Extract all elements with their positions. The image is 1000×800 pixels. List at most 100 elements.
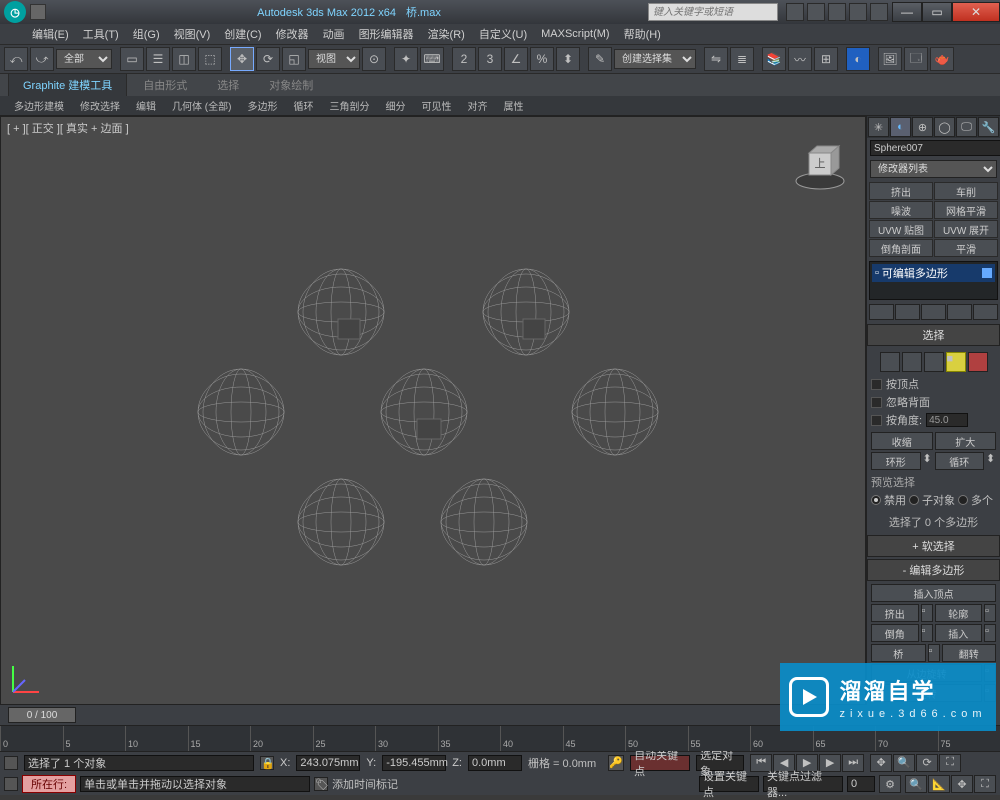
bridge-settings-icon[interactable]: ▫: [928, 644, 940, 662]
angle-snap-button[interactable]: ∠: [504, 47, 528, 71]
max2-icon[interactable]: ⛶: [974, 775, 996, 793]
menu-grapheditors[interactable]: 图形编辑器: [353, 24, 420, 44]
render-setup-button[interactable]: 🖼: [878, 47, 902, 71]
mod-meshsmooth-button[interactable]: 网格平滑: [934, 201, 998, 219]
select-name-button[interactable]: ☰: [146, 47, 170, 71]
ribbon-sub-item[interactable]: 多边形建模: [8, 97, 70, 114]
menu-help[interactable]: 帮助(H): [618, 24, 667, 44]
ribbon-sub-item[interactable]: 多边形: [241, 97, 283, 114]
loop-button[interactable]: 循环: [935, 452, 985, 470]
sphere-object[interactable]: [439, 477, 529, 567]
create-tab-icon[interactable]: ✳: [868, 117, 889, 137]
layers-button[interactable]: 📚: [762, 47, 786, 71]
rollout-softselection[interactable]: + 软选择: [867, 535, 1000, 557]
ribbon-sub-item[interactable]: 属性: [497, 97, 529, 114]
viewcube[interactable]: 上: [793, 139, 847, 193]
render-button[interactable]: 🫖: [930, 47, 954, 71]
refcoord-dropdown[interactable]: 视图: [308, 49, 360, 69]
orbit-icon[interactable]: ⟳: [916, 754, 938, 772]
schematic-button[interactable]: ⊞: [814, 47, 838, 71]
ribbon-tab-freeform[interactable]: 自由形式: [129, 74, 201, 96]
inset-settings-icon[interactable]: ▫: [984, 624, 996, 642]
selection-lock-button[interactable]: ✎: [588, 47, 612, 71]
isolate-icon[interactable]: 🔑: [608, 755, 624, 771]
edge-subobj-icon[interactable]: [902, 352, 922, 372]
curve-editor-button[interactable]: 〰: [788, 47, 812, 71]
mod-smooth-button[interactable]: 平滑: [934, 239, 998, 257]
exchange-icon[interactable]: [849, 3, 867, 21]
time-slider[interactable]: 0 / 100: [8, 707, 76, 723]
selection-filter-dropdown[interactable]: 全部: [56, 49, 112, 69]
redo-button[interactable]: ⤻: [30, 47, 54, 71]
pivot-button[interactable]: ⊙: [362, 47, 386, 71]
extrude-button[interactable]: 挤出: [871, 604, 919, 622]
ribbon-sub-item[interactable]: 可见性: [415, 97, 457, 114]
inset-button[interactable]: 插入: [935, 624, 983, 642]
mirror-button[interactable]: ⇋: [704, 47, 728, 71]
mod-bevelprofile-button[interactable]: 倒角剖面: [869, 239, 933, 257]
app-logo-icon[interactable]: ◷: [4, 1, 26, 23]
menu-maxscript[interactable]: MAXScript(M): [535, 26, 615, 42]
rollout-editpoly[interactable]: - 编辑多边形: [867, 559, 1000, 581]
outline-button[interactable]: 轮廓: [935, 604, 983, 622]
grow-button[interactable]: 扩大: [935, 432, 997, 450]
maxtoggle-icon[interactable]: ⛶: [939, 754, 961, 772]
pan2-icon[interactable]: ✥: [951, 775, 973, 793]
ribbon-tab-objectpaint[interactable]: 对象绘制: [255, 74, 327, 96]
help-search-input[interactable]: [648, 3, 778, 21]
bridge-button[interactable]: 桥: [871, 644, 926, 662]
by-angle-checkbox[interactable]: [871, 415, 882, 426]
scale-button[interactable]: ◱: [282, 47, 306, 71]
fov-icon[interactable]: 📐: [928, 775, 950, 793]
rollout-selection[interactable]: 选择: [867, 324, 1000, 346]
move-button[interactable]: ✥: [230, 47, 254, 71]
modify-tab-icon[interactable]: ◐: [890, 117, 911, 137]
ribbon-tab-graphite[interactable]: Graphite 建模工具: [8, 73, 127, 96]
bevel-settings-icon[interactable]: ▫: [921, 624, 933, 642]
ribbon-sub-item[interactable]: 几何体 (全部): [166, 97, 237, 114]
utilities-tab-icon[interactable]: 🔧: [978, 117, 999, 137]
align-button[interactable]: ≣: [730, 47, 754, 71]
remove-mod-icon[interactable]: [947, 304, 972, 320]
element-subobj-icon[interactable]: [968, 352, 988, 372]
loop-spinner[interactable]: ⬍: [986, 452, 996, 470]
sphere-object[interactable]: [296, 267, 386, 357]
viewport[interactable]: [ + ][ 正交 ][ 真实 + 边面 ] 上: [0, 116, 866, 705]
display-tab-icon[interactable]: 🖵: [956, 117, 977, 137]
ring-button[interactable]: 环形: [871, 452, 921, 470]
angle-spinner[interactable]: [926, 413, 968, 427]
star-icon[interactable]: [807, 3, 825, 21]
select-region-button[interactable]: ◫: [172, 47, 196, 71]
setkey-button[interactable]: 设置关键点: [699, 776, 759, 792]
preview-subobj-radio[interactable]: [909, 495, 919, 505]
ribbon-sub-item[interactable]: 三角剖分: [323, 97, 375, 114]
time-tag-icon[interactable]: 🏷: [314, 777, 328, 791]
menu-edit[interactable]: 编辑(E): [26, 24, 75, 44]
x-coord-input[interactable]: 243.075mm: [296, 755, 360, 771]
sphere-object[interactable]: [196, 367, 286, 457]
menu-rendering[interactable]: 渲染(R): [422, 24, 471, 44]
zoom-ext-icon[interactable]: 🔍: [905, 775, 927, 793]
select-button[interactable]: ▭: [120, 47, 144, 71]
percent-snap-button[interactable]: %: [530, 47, 554, 71]
motion-tab-icon[interactable]: ◯: [934, 117, 955, 137]
keymode-button[interactable]: ⌨: [420, 47, 444, 71]
lock-selection-icon[interactable]: 🔒: [260, 756, 274, 770]
qat-button[interactable]: [30, 4, 46, 20]
bevel-button[interactable]: 倒角: [871, 624, 919, 642]
mod-extrude-button[interactable]: 挤出: [869, 182, 933, 200]
menu-modifiers[interactable]: 修改器: [270, 24, 315, 44]
infocenter-icon[interactable]: [786, 3, 804, 21]
hierarchy-tab-icon[interactable]: ⊕: [912, 117, 933, 137]
viewport-label[interactable]: [ + ][ 正交 ][ 真实 + 边面 ]: [7, 120, 129, 136]
timeconfig-icon[interactable]: ⚙: [879, 775, 901, 793]
close-button[interactable]: ✕: [952, 2, 1000, 22]
modifier-stack[interactable]: ▫可编辑多边形: [869, 261, 998, 300]
sphere-object[interactable]: [570, 367, 660, 457]
border-subobj-icon[interactable]: [924, 352, 944, 372]
frame-input[interactable]: 0: [847, 776, 875, 792]
window-crossing-button[interactable]: ⬚: [198, 47, 222, 71]
modifier-list-dropdown[interactable]: 修改器列表: [870, 160, 997, 178]
menu-create[interactable]: 创建(C): [218, 24, 267, 44]
insert-vertex-button[interactable]: 插入顶点: [871, 584, 996, 602]
